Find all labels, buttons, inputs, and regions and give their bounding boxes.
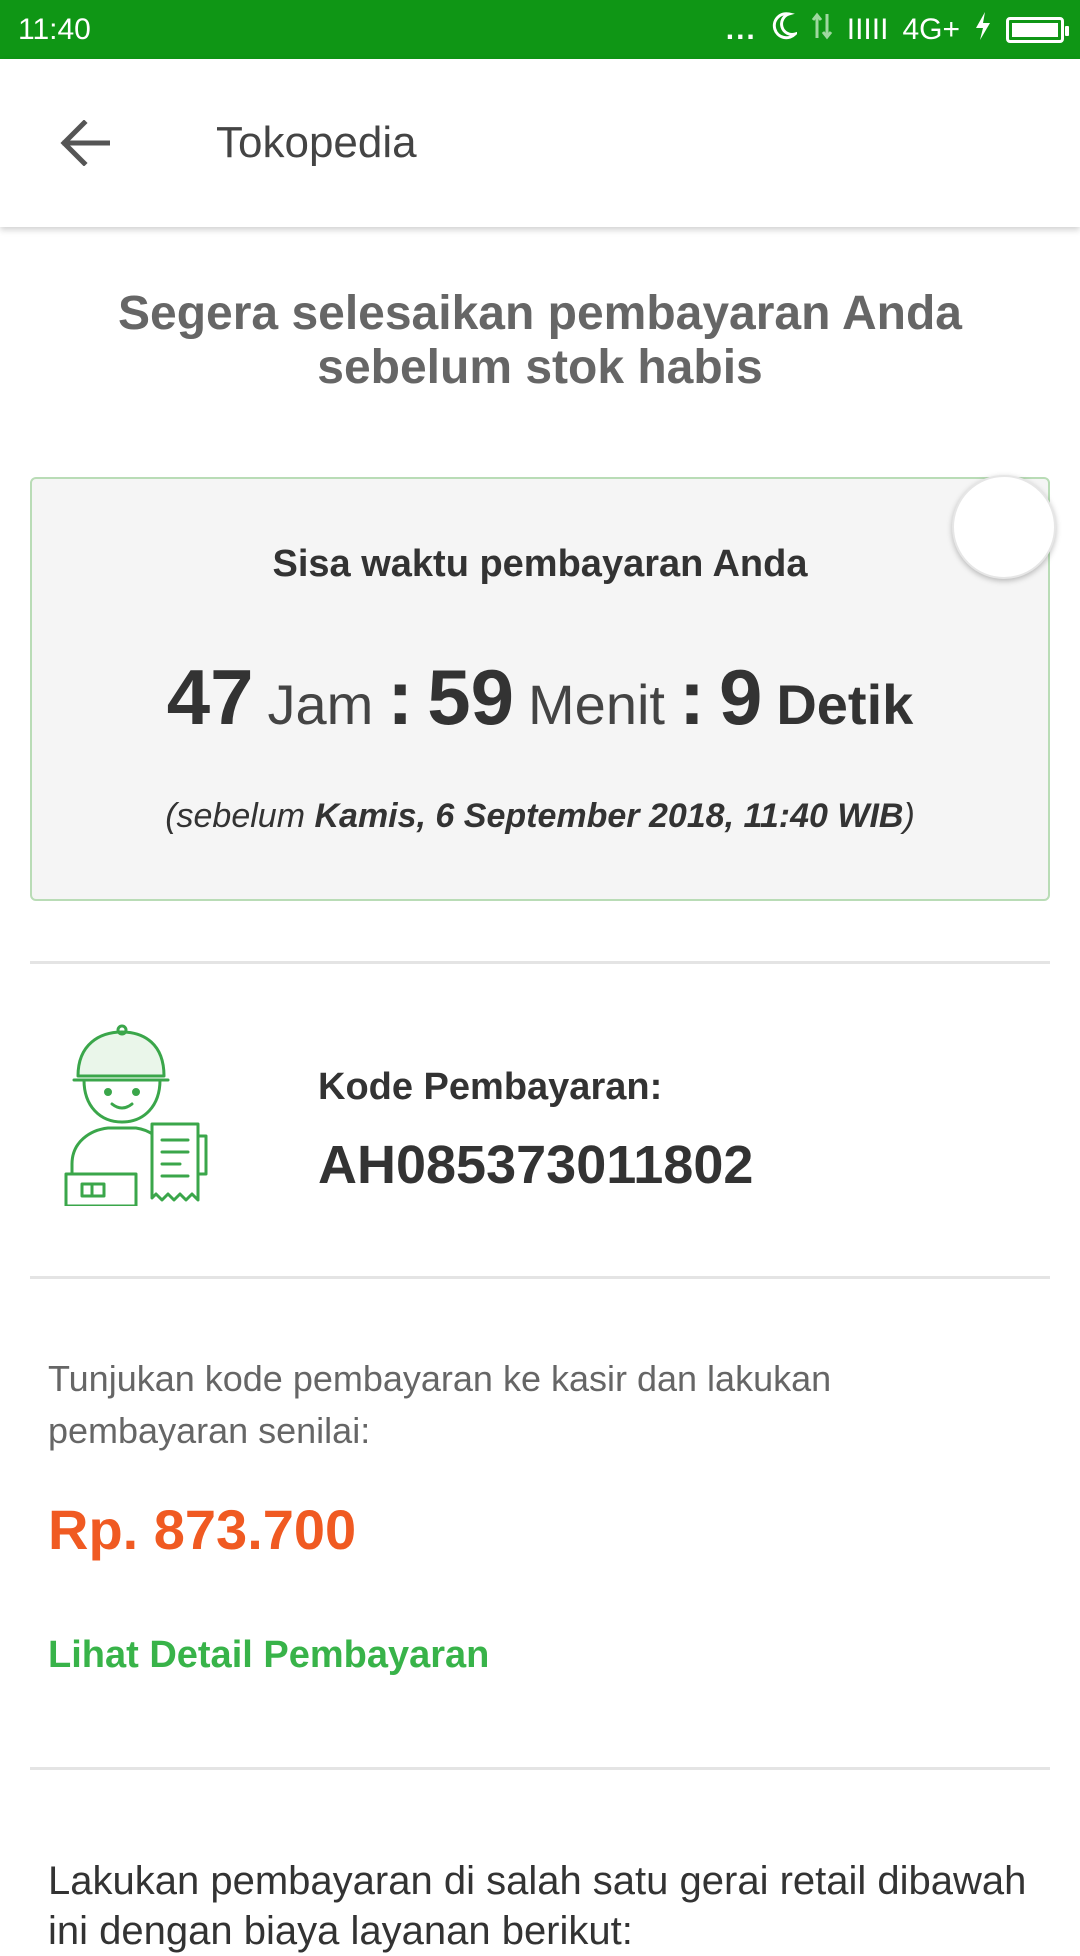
status-icons: ... IIIII 4G+ [725,11,1069,49]
countdown-separator: : [678,653,705,741]
deadline-value: Kamis, 6 September 2018, 11:40 WIB [314,797,904,835]
cashier-illustration-icon [64,1024,208,1206]
deadline-suffix: ) [903,797,915,835]
countdown-seconds-unit: Detik [776,673,914,736]
payment-detail-link[interactable]: Lihat Detail Pembayaran [48,1634,1080,1677]
payment-amount: Rp. 873.700 [48,1498,357,1561]
data-transfer-icon [811,12,833,48]
divider [30,1276,1050,1279]
main-content: Segera selesaikan pembayaran Anda sebelu… [0,227,1080,1956]
deadline-prefix: (sebelum [165,797,315,835]
signal-icon: IIIII [846,12,889,46]
payment-code-section: Kode Pembayaran: AH085373011802 [0,964,1080,1276]
payment-code-value: AH085373011802 [318,1135,754,1195]
app-bar: Tokopedia [0,59,1080,227]
countdown-minutes-unit: Menit [528,673,665,736]
moon-icon [771,11,800,48]
battery-icon [1006,16,1069,43]
divider [30,1767,1050,1770]
charging-icon [974,11,992,49]
retail-instruction: Lakukan pembayaran di salah satu gerai r… [48,1859,1027,1953]
payment-deadline: (sebelum Kamis, 6 September 2018, 11:40 … [32,797,1048,836]
more-notifications-icon: ... [725,12,757,46]
countdown-seconds: 9 [718,653,763,741]
countdown-minutes: 59 [427,653,515,741]
payment-instruction: Tunjukan kode pembayaran ke kasir dan la… [48,1358,832,1451]
arrow-back-icon [60,120,110,166]
page-headline: Segera selesaikan pembayaran Anda sebelu… [118,287,962,394]
countdown-separator: : [387,653,414,741]
payment-timer-card: Sisa waktu pembayaran Anda 47 Jam : 59 M… [30,475,1056,901]
countdown: 47 Jam : 59 Menit : 9 Detik [32,652,1048,743]
back-button[interactable] [40,98,130,188]
timer-label: Sisa waktu pembayaran Anda [272,543,808,585]
app-title: Tokopedia [216,118,417,167]
payment-code-label: Kode Pembayaran: [318,1066,663,1108]
status-time: 11:40 [18,12,91,46]
floating-action-circle[interactable] [952,475,1056,579]
status-bar: 11:40 ... IIIII 4G+ [0,0,1080,59]
countdown-hours-unit: Jam [267,673,374,736]
network-type: 4G+ [902,12,960,46]
countdown-hours: 47 [166,653,254,741]
